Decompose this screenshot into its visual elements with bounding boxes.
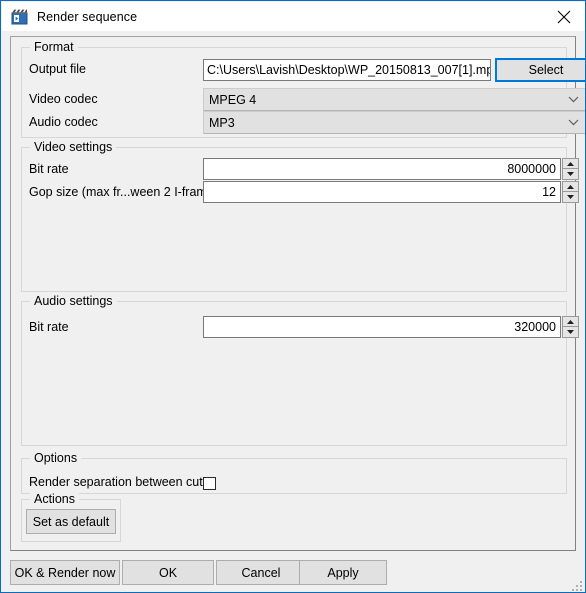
gop-size-input[interactable]: 12 — [203, 181, 561, 203]
format-group-legend: Format — [30, 40, 78, 54]
audio-bit-rate-input[interactable]: 320000 — [203, 316, 561, 338]
apply-button[interactable]: Apply — [299, 560, 387, 585]
audio-codec-select[interactable]: MP3 — [203, 111, 585, 134]
video-bit-rate-stepper[interactable] — [562, 158, 579, 180]
output-file-input[interactable]: C:\Users\Lavish\Desktop\WP_20150813_007[… — [203, 59, 491, 81]
stepper-down-icon[interactable] — [562, 327, 579, 338]
dialog-button-bar: OK & Render now OK Cancel Apply — [2, 554, 585, 592]
audio-bit-rate-label: Bit rate — [29, 320, 69, 334]
video-settings-group-legend: Video settings — [30, 140, 117, 154]
audio-bit-rate-stepper[interactable] — [562, 316, 579, 338]
audio-settings-group-legend: Audio settings — [30, 294, 117, 308]
render-separation-checkbox[interactable] — [203, 477, 216, 490]
stepper-up-icon[interactable] — [562, 158, 579, 169]
chevron-down-icon — [568, 112, 579, 133]
title-bar: Render sequence — [2, 2, 585, 31]
stepper-up-icon[interactable] — [562, 181, 579, 192]
audio-codec-value: MP3 — [209, 115, 235, 130]
video-codec-label: Video codec — [29, 92, 98, 106]
output-file-label: Output file — [29, 62, 86, 76]
options-group-legend: Options — [30, 451, 82, 465]
video-codec-value: MPEG 4 — [209, 92, 257, 107]
clapperboard-icon — [11, 8, 28, 25]
gop-size-stepper[interactable] — [562, 181, 579, 203]
set-as-default-button[interactable]: Set as default — [26, 509, 116, 534]
close-icon[interactable] — [541, 2, 585, 31]
stepper-up-icon[interactable] — [562, 316, 579, 327]
window-title: Render sequence — [37, 9, 138, 24]
audio-codec-label: Audio codec — [29, 115, 98, 129]
video-bit-rate-label: Bit rate — [29, 162, 69, 176]
render-separation-label: Render separation between cuts — [29, 475, 209, 489]
gop-size-label: Gop size (max fr...ween 2 I-frames) — [29, 185, 225, 199]
settings-pane: Format Output file C:\Users\Lavish\Deskt… — [10, 36, 585, 551]
cancel-button[interactable]: Cancel — [216, 560, 306, 585]
resize-grip[interactable] — [571, 578, 583, 591]
stepper-down-icon[interactable] — [562, 169, 579, 180]
video-codec-select[interactable]: MPEG 4 — [203, 88, 585, 111]
chevron-down-icon — [568, 89, 579, 110]
video-bit-rate-input[interactable]: 8000000 — [203, 158, 561, 180]
render-sequence-dialog: Render sequence Format Output file C:\Us… — [0, 0, 586, 593]
client-area: Format Output file C:\Users\Lavish\Deskt… — [2, 31, 585, 592]
ok-button[interactable]: OK — [122, 560, 214, 585]
select-button[interactable]: Select — [495, 58, 585, 82]
ok-and-render-now-button[interactable]: OK & Render now — [10, 560, 120, 585]
actions-group-legend: Actions — [30, 492, 79, 506]
stepper-down-icon[interactable] — [562, 192, 579, 203]
